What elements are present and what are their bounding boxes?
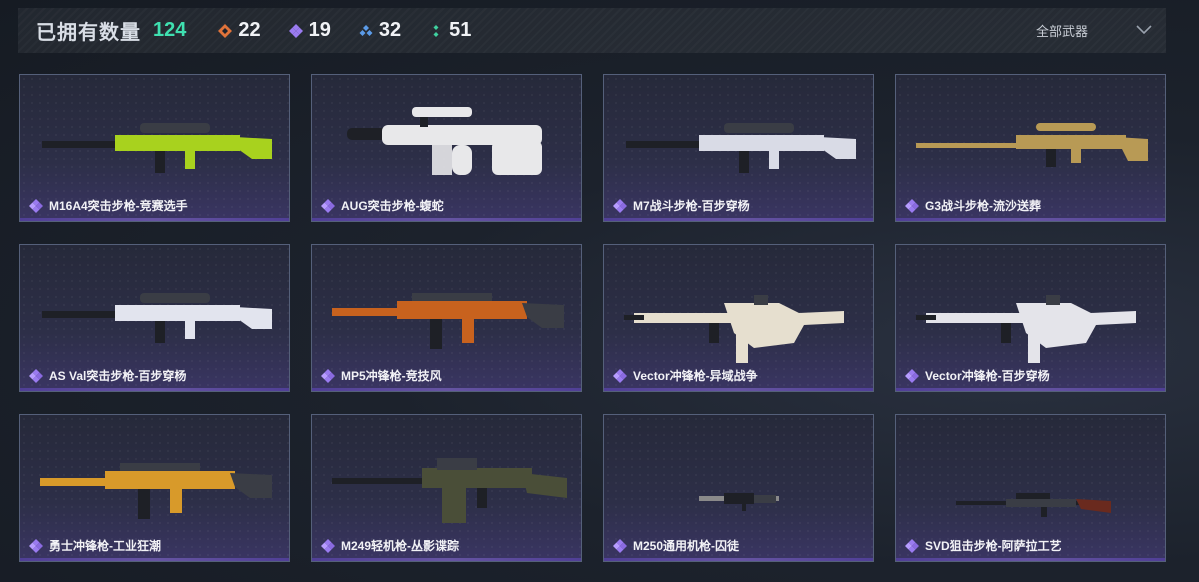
weapon-name: M7战斗步枪-百步穿杨 bbox=[633, 199, 750, 213]
stat-blue: 32 bbox=[357, 19, 401, 42]
weapon-name: 勇士冲锋枪-工业狂潮 bbox=[49, 539, 161, 553]
weapon-card[interactable]: Vector冲锋枪-异域战争 bbox=[603, 244, 874, 392]
purple-rarity-icon bbox=[905, 538, 919, 553]
weapon-label: Vector冲锋枪-异域战争 bbox=[613, 367, 758, 384]
weapon-card[interactable]: AUG突击步枪-蝮蛇 bbox=[311, 74, 582, 222]
weapon-card[interactable]: M250通用机枪-囚徒 bbox=[603, 414, 874, 562]
weapon-card[interactable]: MP5冲锋枪-竞技风 bbox=[311, 244, 582, 392]
weapon-label: M249轻机枪-丛影谍踪 bbox=[321, 537, 459, 554]
purple-rarity-icon bbox=[321, 538, 335, 553]
weapon-name: AUG突击步枪-蝮蛇 bbox=[341, 199, 444, 213]
chevron-down-icon[interactable] bbox=[1136, 22, 1152, 40]
weapon-name: M16A4突击步枪-竞赛选手 bbox=[49, 199, 188, 213]
weapon-name: G3战斗步枪-流沙送葬 bbox=[925, 199, 1042, 213]
weapon-label: SVD狙击步枪-阿萨拉工艺 bbox=[905, 537, 1062, 554]
weapon-card[interactable]: M16A4突击步枪-竞赛选手 bbox=[19, 74, 290, 222]
weapon-grid: M16A4突击步枪-竞赛选手 AUG突击步枪-蝮蛇 M7战斗步枪-百步穿杨 G3… bbox=[19, 74, 1167, 562]
weapon-name: MP5冲锋枪-竞技风 bbox=[341, 369, 442, 383]
weapon-card[interactable]: M249轻机枪-丛影谍踪 bbox=[311, 414, 582, 562]
weapon-card[interactable]: AS Val突击步枪-百步穿杨 bbox=[19, 244, 290, 392]
weapon-label: M250通用机枪-囚徒 bbox=[613, 537, 739, 554]
purple-rarity-icon bbox=[613, 198, 627, 213]
purple-rarity-icon bbox=[905, 198, 919, 213]
purple-diamond-icon bbox=[287, 22, 305, 40]
stat-green: 51 bbox=[427, 19, 471, 42]
stat-orange-value: 22 bbox=[238, 19, 261, 41]
purple-rarity-icon bbox=[905, 368, 919, 383]
purple-rarity-icon bbox=[321, 368, 335, 383]
weapon-name: M250通用机枪-囚徒 bbox=[633, 539, 740, 553]
stat-purple: 19 bbox=[287, 19, 331, 42]
weapon-label: M7战斗步枪-百步穿杨 bbox=[613, 197, 750, 214]
purple-rarity-icon bbox=[29, 538, 43, 553]
weapon-name: Vector冲锋枪-异域战争 bbox=[633, 369, 758, 383]
stat-purple-value: 19 bbox=[308, 19, 331, 41]
weapon-card[interactable]: SVD狙击步枪-阿萨拉工艺 bbox=[895, 414, 1166, 562]
weapon-name: M249轻机枪-丛影谍踪 bbox=[341, 539, 460, 553]
owned-count-label: 已拥有数量 bbox=[36, 22, 141, 44]
weapon-card[interactable]: 勇士冲锋枪-工业狂潮 bbox=[19, 414, 290, 562]
weapon-card[interactable]: Vector冲锋枪-百步穿杨 bbox=[895, 244, 1166, 392]
weapon-card[interactable]: G3战斗步枪-流沙送葬 bbox=[895, 74, 1166, 222]
weapon-label: M16A4突击步枪-竞赛选手 bbox=[29, 197, 188, 214]
owned-count-value: 124 bbox=[153, 19, 187, 41]
purple-rarity-icon bbox=[321, 198, 335, 213]
purple-rarity-icon bbox=[613, 538, 627, 553]
purple-rarity-icon bbox=[29, 198, 43, 213]
weapon-label: AS Val突击步枪-百步穿杨 bbox=[29, 367, 186, 384]
purple-rarity-icon bbox=[29, 368, 43, 383]
weapon-label: Vector冲锋枪-百步穿杨 bbox=[905, 367, 1050, 384]
weapon-label: G3战斗步枪-流沙送葬 bbox=[905, 197, 1041, 214]
stat-orange: 22 bbox=[216, 19, 261, 42]
stat-green-value: 51 bbox=[449, 19, 472, 41]
stat-blue-value: 32 bbox=[378, 19, 402, 41]
weapon-label: AUG突击步枪-蝮蛇 bbox=[321, 197, 444, 214]
blue-diamond-icon bbox=[357, 22, 375, 40]
weapon-filter-dropdown[interactable]: 全部武器 bbox=[1036, 8, 1152, 53]
weapon-name: SVD狙击步枪-阿萨拉工艺 bbox=[925, 539, 1062, 553]
orange-diamond-icon bbox=[216, 22, 234, 40]
weapon-name: AS Val突击步枪-百步穿杨 bbox=[49, 369, 187, 383]
weapon-card[interactable]: M7战斗步枪-百步穿杨 bbox=[603, 74, 874, 222]
purple-rarity-icon bbox=[613, 368, 627, 383]
weapon-name: Vector冲锋枪-百步穿杨 bbox=[925, 369, 1050, 383]
weapon-filter-label: 全部武器 bbox=[1035, 24, 1088, 39]
weapon-label: MP5冲锋枪-竞技风 bbox=[321, 367, 442, 384]
green-dots-icon bbox=[427, 22, 445, 40]
header-bar: 已拥有数量 124 22 19 32 51 全部武器 bbox=[18, 8, 1166, 53]
weapon-label: 勇士冲锋枪-工业狂潮 bbox=[29, 537, 161, 554]
